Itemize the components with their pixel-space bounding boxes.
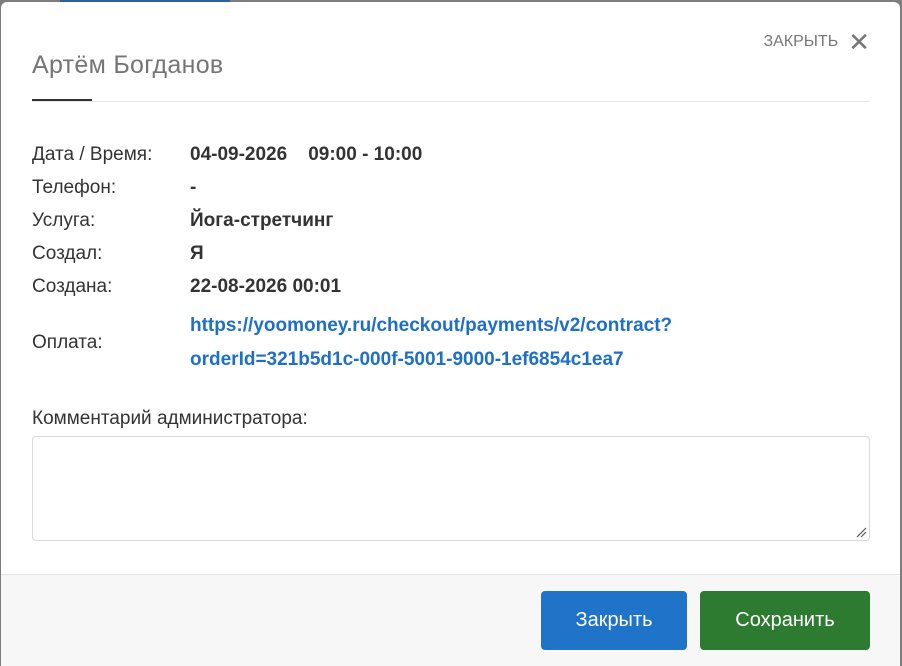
detail-row-created-by: Создал: Я	[32, 237, 870, 270]
detail-row-service: Услуга: Йога-стретчинг	[32, 204, 870, 237]
modal-header: Артём Богданов ЗАКРЫТЬ ✕	[32, 2, 870, 102]
detail-row-created: Создана: 22-08-2026 00:01	[32, 270, 870, 303]
service-label: Услуга:	[32, 209, 96, 231]
close-button[interactable]: Закрыть	[541, 591, 687, 650]
service-value: Йога-стретчинг	[190, 209, 334, 231]
created-value: 22-08-2026 00:01	[190, 275, 342, 297]
appointment-details: Дата / Время: 04-09-2026 09:00 - 10:00 Т…	[32, 138, 870, 383]
date-value: 04-09-2026	[190, 143, 288, 165]
modal-title: Артём Богданов	[32, 51, 224, 79]
detail-row-datetime: Дата / Время: 04-09-2026 09:00 - 10:00	[32, 138, 870, 171]
close-icon[interactable]: ✕	[848, 29, 870, 55]
detail-row-phone: Телефон: -	[32, 171, 870, 204]
close-link-label: ЗАКРЫТЬ	[763, 33, 839, 50]
appointment-modal: Артём Богданов ЗАКРЫТЬ ✕ Дата / Время: 0…	[1, 2, 900, 666]
close-link[interactable]: ЗАКРЫТЬ ✕	[763, 29, 870, 55]
payment-link-line-1: https://yoomoney.ru/checkout/payments/v2…	[190, 315, 673, 336]
modal-footer: Закрыть Сохранить	[1, 574, 900, 666]
save-button[interactable]: Сохранить	[700, 591, 870, 650]
phone-label: Телефон:	[32, 176, 117, 198]
title-underline	[32, 99, 92, 101]
created-by-value: Я	[190, 242, 204, 264]
created-label: Создана:	[32, 275, 113, 297]
time-value: 09:00 - 10:00	[308, 143, 423, 165]
comment-label: Комментарий администратора:	[32, 408, 308, 429]
phone-value: -	[190, 176, 197, 198]
detail-row-payment: Оплата: https://yoomoney.ru/checkout/pay…	[32, 303, 870, 383]
payment-link[interactable]: https://yoomoney.ru/checkout/payments/v2…	[190, 309, 672, 377]
payment-link-line-2: orderId=321b5d1c-000f-5001-9000-1ef6854c…	[190, 349, 624, 370]
datetime-label: Дата / Время:	[32, 143, 153, 165]
resize-handle-icon[interactable]	[855, 526, 867, 538]
payment-label: Оплата:	[32, 332, 103, 353]
created-by-label: Создал:	[32, 242, 103, 264]
admin-comment-textarea[interactable]	[32, 436, 870, 541]
